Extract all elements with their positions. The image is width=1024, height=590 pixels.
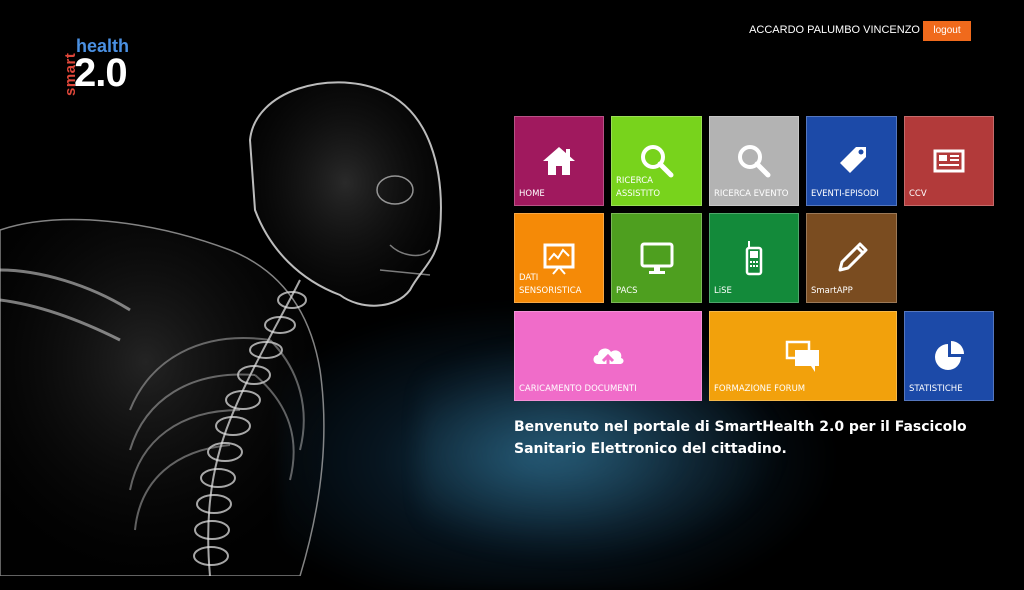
tile-ricerca-assistito[interactable]: RICERCA ASSISTITO bbox=[611, 116, 702, 206]
tile-ricerca-evento[interactable]: RICERCA EVENTO bbox=[709, 116, 799, 206]
tile-formazione-forum[interactable]: FORMAZIONE FORUM bbox=[709, 311, 897, 401]
tile-caricamento-documenti[interactable]: CARICAMENTO DOCUMENTI bbox=[514, 311, 702, 401]
tile-lise[interactable]: LiSE bbox=[709, 213, 799, 303]
newspaper-icon bbox=[933, 149, 965, 173]
welcome-line-1: Benvenuto nel portale di SmartHealth 2.0… bbox=[514, 419, 967, 435]
tile-label: EVENTI-EPISODI bbox=[811, 189, 879, 199]
chat-bubbles-icon bbox=[785, 340, 819, 372]
tile-label: CCV bbox=[909, 189, 927, 199]
tile-smartapp[interactable]: SmartAPP bbox=[806, 213, 897, 303]
tile-label: RICERCA EVENTO bbox=[714, 189, 789, 199]
pencil-icon bbox=[838, 242, 867, 272]
smarthealth-logo: smart health 2.0 bbox=[60, 36, 150, 98]
tile-label: DATI SENSORISTICA bbox=[519, 273, 582, 296]
tile-label: PACS bbox=[616, 286, 638, 296]
tag-icon bbox=[839, 147, 866, 173]
tile-pacs[interactable]: PACS bbox=[611, 213, 702, 303]
welcome-message: Benvenuto nel portale di SmartHealth 2.0… bbox=[514, 416, 974, 460]
mobile-phone-icon bbox=[745, 241, 763, 276]
tile-label: RICERCA ASSISTITO bbox=[616, 176, 661, 199]
xray-skeleton-image bbox=[0, 81, 442, 576]
user-name: ACCARDO PALUMBO VINCENZO bbox=[749, 24, 920, 36]
tile-label: FORMAZIONE FORUM bbox=[714, 384, 806, 394]
welcome-line-2: Sanitario Elettronico del cittadino. bbox=[514, 441, 787, 457]
pie-chart-icon bbox=[935, 341, 964, 370]
tile-label: SmartAPP bbox=[811, 286, 853, 296]
tile-home[interactable]: HOME bbox=[514, 116, 604, 206]
tile-label: LiSE bbox=[714, 286, 732, 296]
tile-label: HOME bbox=[519, 189, 545, 199]
tile-label: CARICAMENTO DOCUMENTI bbox=[519, 384, 637, 394]
logout-button[interactable]: logout bbox=[923, 21, 971, 41]
tile-label: STATISTICHE bbox=[909, 384, 963, 394]
tile-eventi-episodi[interactable]: EVENTI-EPISODI bbox=[806, 116, 897, 206]
search-icon bbox=[738, 145, 771, 178]
cloud-upload-icon bbox=[593, 348, 624, 369]
tile-dati-sensoristica[interactable]: DATI SENSORISTICA bbox=[514, 213, 604, 303]
logo-version-text: 2.0 bbox=[74, 51, 128, 95]
tile-statistiche[interactable]: STATISTICHE bbox=[904, 311, 994, 401]
tile-ccv[interactable]: CCV bbox=[904, 116, 994, 206]
home-icon bbox=[543, 147, 575, 175]
monitor-icon bbox=[640, 242, 673, 274]
